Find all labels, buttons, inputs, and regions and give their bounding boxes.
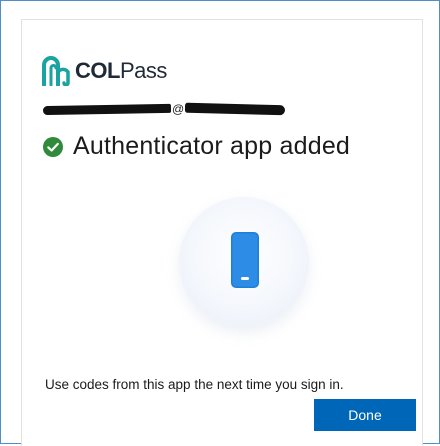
redacted-domain (185, 102, 286, 116)
dialog-card: COL Pass @ Authenticator app added Use c… (21, 19, 423, 446)
redacted-username (42, 103, 172, 115)
page-title: Authenticator app added (73, 132, 351, 160)
done-button[interactable]: Done (314, 399, 416, 431)
check-circle-icon (43, 136, 63, 157)
brand-name-light: Pass (119, 58, 167, 83)
instruction-text: Use codes from this app the next time yo… (45, 377, 344, 392)
account-identifier: @ (42, 100, 286, 118)
colpass-logo-icon (42, 56, 70, 86)
status-heading: Authenticator app added (43, 132, 350, 161)
dialog-frame: COL Pass @ Authenticator app added Use c… (0, 0, 440, 446)
brand-name-bold: COL (75, 58, 120, 83)
colpass-logo: COL Pass (42, 54, 167, 88)
account-at-sign: @ (172, 102, 185, 116)
authenticator-illustration (179, 197, 309, 327)
phone-icon (231, 232, 259, 288)
